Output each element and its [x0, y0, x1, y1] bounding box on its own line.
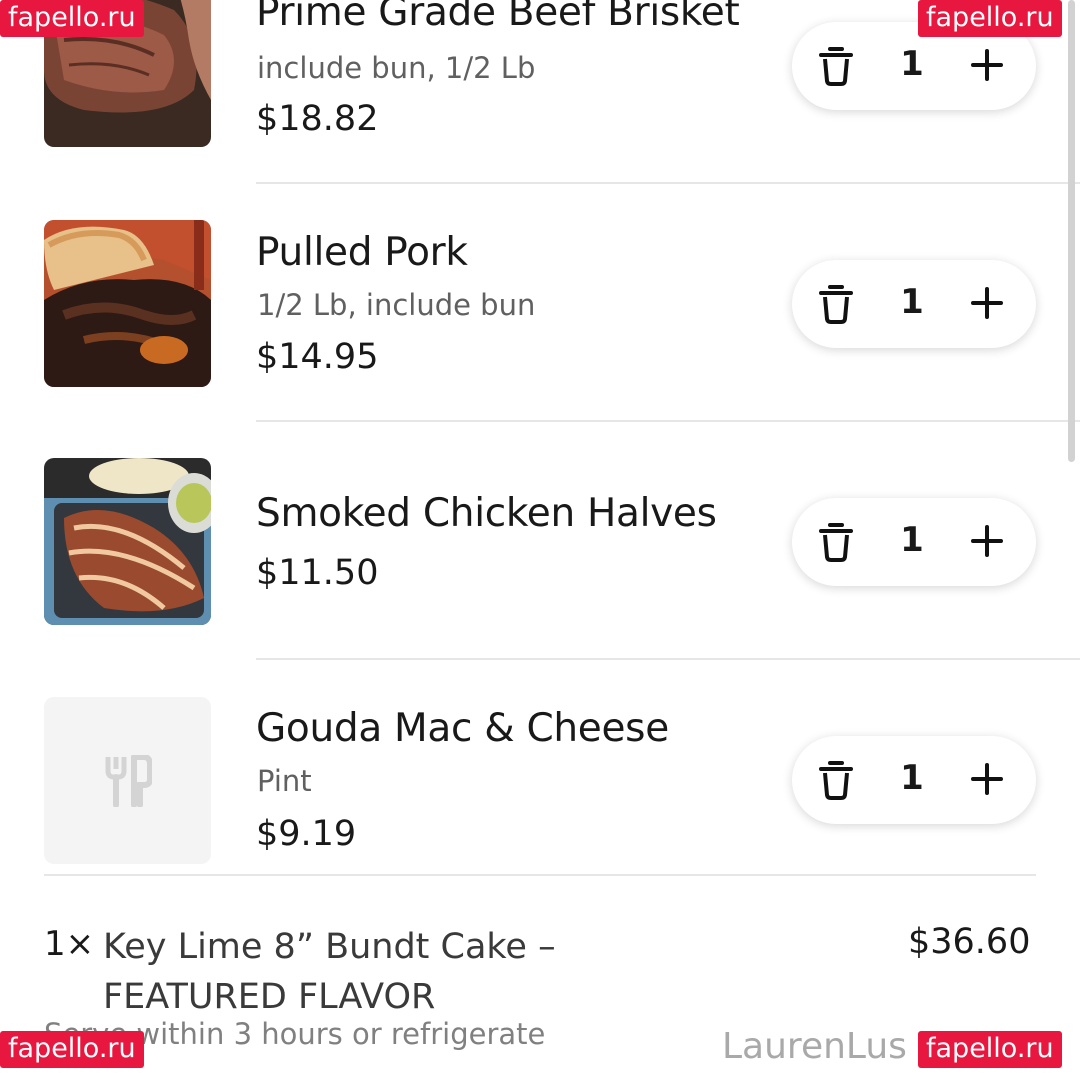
quantity-value: 1 [900, 282, 924, 322]
summary-item-name: Key Lime 8” Bundt Cake – FEATURED FLAVOR [103, 927, 556, 1017]
quantity-value: 1 [900, 44, 924, 84]
item-price: $9.19 [256, 814, 357, 854]
trash-icon[interactable] [818, 284, 854, 324]
mac-cheese-thumbnail [44, 697, 211, 864]
watermark-bottom-left: fapello.ru [0, 1031, 144, 1068]
item-name: Prime Grade Beef Brisket [256, 0, 740, 35]
handle-watermark: LaurenLus [722, 1026, 907, 1067]
quantity-stepper: 1 [792, 736, 1036, 824]
item-options: include bun, 1/2 Lb [257, 51, 536, 85]
quantity-value: 1 [900, 758, 924, 798]
summary-item-price: $36.60 [908, 922, 1031, 962]
quantity-value: 1 [900, 520, 924, 560]
pulled-pork-thumbnail [44, 220, 211, 387]
trash-icon[interactable] [818, 760, 854, 800]
divider [44, 874, 1036, 876]
scrollbar[interactable] [1068, 0, 1075, 462]
item-name: Smoked Chicken Halves [256, 491, 717, 536]
plus-icon[interactable] [970, 762, 1004, 796]
item-price: $11.50 [256, 553, 379, 593]
divider [256, 182, 1080, 184]
summary-quantity: 1× [44, 924, 95, 964]
plus-icon[interactable] [970, 48, 1004, 82]
divider [256, 658, 1080, 660]
item-price: $18.82 [256, 99, 379, 139]
plus-icon[interactable] [970, 286, 1004, 320]
item-options: 1/2 Lb, include bun [257, 288, 536, 322]
smoked-chicken-thumbnail [44, 458, 211, 625]
watermark-top-left: fapello.ru [0, 0, 144, 37]
watermark-bottom-right: fapello.ru [918, 1031, 1062, 1068]
quantity-stepper: 1 [792, 498, 1036, 586]
trash-icon[interactable] [818, 46, 854, 86]
watermark-top-right: fapello.ru [918, 0, 1062, 37]
divider [256, 420, 1080, 422]
item-price: $14.95 [256, 337, 379, 377]
plus-icon[interactable] [970, 524, 1004, 558]
trash-icon[interactable] [818, 522, 854, 562]
quantity-stepper: 1 [792, 260, 1036, 348]
item-name: Gouda Mac & Cheese [256, 706, 669, 751]
item-name: Pulled Pork [256, 230, 468, 275]
item-options: Pint [257, 764, 312, 798]
utensils-icon [105, 754, 152, 807]
